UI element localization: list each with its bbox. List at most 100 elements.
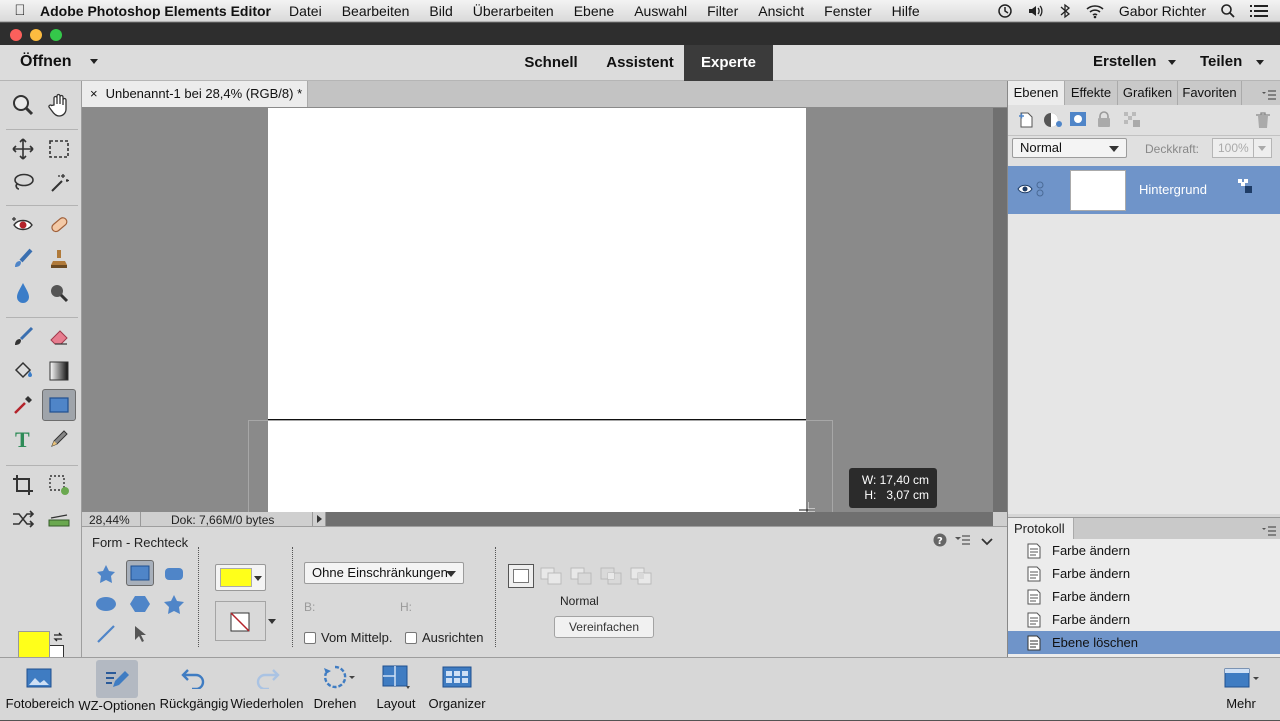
- tab-ebenen[interactable]: Ebenen: [1008, 81, 1065, 105]
- crop-tool[interactable]: [6, 469, 40, 501]
- notification-center-icon[interactable]: [1250, 4, 1268, 18]
- tab-schnell[interactable]: Schnell: [510, 45, 592, 81]
- from-center-checkbox[interactable]: Vom Mittelp.: [304, 630, 393, 645]
- bluetooth-icon[interactable]: [1059, 3, 1071, 19]
- line-shape-button[interactable]: [92, 621, 120, 647]
- tab-grafiken[interactable]: Grafiken: [1118, 81, 1178, 105]
- apple-menu-icon[interactable]: : [0, 2, 40, 19]
- rectangle-shape-button[interactable]: [126, 560, 154, 586]
- document-tab[interactable]: × Unbenannt-1 bei 28,4% (RGB/8) *: [82, 81, 308, 107]
- close-window-button[interactable]: [10, 29, 22, 41]
- tab-effekte[interactable]: Effekte: [1065, 81, 1118, 105]
- star-shape-button[interactable]: [160, 591, 188, 617]
- menu-auswahl[interactable]: Auswahl: [634, 3, 687, 19]
- menu-datei[interactable]: Datei: [289, 3, 322, 19]
- spotlight-search-icon[interactable]: [1220, 3, 1236, 19]
- menu-bild[interactable]: Bild: [429, 3, 452, 19]
- rotate-button[interactable]: Drehen: [306, 658, 364, 721]
- background-lock-icon[interactable]: [1237, 178, 1253, 197]
- hand-tool[interactable]: [42, 89, 76, 121]
- lasso-tool[interactable]: [6, 167, 40, 199]
- menu-filter[interactable]: Filter: [707, 3, 738, 19]
- tool-options-button[interactable]: WZ-Optionen: [78, 658, 156, 721]
- brush-tool[interactable]: [6, 321, 40, 353]
- create-menu-button[interactable]: Erstellen: [1093, 53, 1177, 70]
- panel-menu-icon[interactable]: [1262, 88, 1276, 103]
- close-tab-icon[interactable]: ×: [90, 86, 98, 101]
- healing-brush-tool[interactable]: [42, 209, 76, 241]
- shape-color-picker[interactable]: [215, 564, 266, 591]
- zoom-window-button[interactable]: [50, 29, 62, 41]
- delete-layer-icon[interactable]: [1255, 111, 1271, 132]
- gradient-tool[interactable]: [42, 355, 76, 387]
- chevron-down-icon[interactable]: [1258, 146, 1266, 151]
- options-menu-icon[interactable]: [954, 534, 970, 549]
- paint-bucket-tool[interactable]: [6, 355, 40, 387]
- checkbox-box[interactable]: [304, 632, 316, 644]
- recompose-tool[interactable]: [42, 469, 76, 501]
- adjustment-layer-icon[interactable]: [1042, 111, 1064, 132]
- blur-tool[interactable]: [6, 277, 40, 309]
- redo-button[interactable]: Wiederholen: [230, 658, 304, 721]
- share-menu-button[interactable]: Teilen: [1200, 53, 1265, 70]
- quick-selection-tool[interactable]: [42, 167, 76, 199]
- pencil-tool[interactable]: [42, 423, 76, 455]
- layer-link-icon[interactable]: [1036, 181, 1044, 200]
- app-name-menu[interactable]: Adobe Photoshop Elements Editor: [40, 3, 271, 19]
- more-button[interactable]: Mehr: [1216, 658, 1266, 721]
- align-checkbox[interactable]: Ausrichten: [405, 630, 483, 645]
- layer-row-background[interactable]: Hintergrund: [1008, 166, 1280, 214]
- menu-fenster[interactable]: Fenster: [824, 3, 871, 19]
- eyedropper-tool[interactable]: [6, 389, 40, 421]
- history-item[interactable]: Farbe ändern: [1008, 585, 1280, 608]
- text-tool[interactable]: T: [6, 423, 40, 455]
- exclude-overlap-button[interactable]: [629, 566, 653, 589]
- lock-all-icon[interactable]: [1097, 111, 1111, 131]
- history-item[interactable]: Farbe ändern: [1008, 562, 1280, 585]
- time-machine-icon[interactable]: [997, 3, 1013, 19]
- checkbox-box[interactable]: [405, 632, 417, 644]
- subtract-from-shape-button[interactable]: [569, 566, 593, 589]
- menu-ueberarbeiten[interactable]: Überarbeiten: [473, 3, 554, 19]
- swap-colors-icon[interactable]: [52, 631, 64, 646]
- move-tool[interactable]: [6, 133, 40, 165]
- red-eye-tool[interactable]: [6, 209, 40, 241]
- minimize-window-button[interactable]: [30, 29, 42, 41]
- vertical-scrollbar[interactable]: [993, 108, 1007, 512]
- organizer-button[interactable]: Organizer: [426, 658, 488, 721]
- add-to-shape-button[interactable]: [539, 566, 563, 589]
- stroke-dropdown-chevron-icon[interactable]: [268, 619, 276, 624]
- geometry-constraint-dropdown[interactable]: Ohne Einschränkungen: [304, 562, 464, 584]
- lock-transparency-icon[interactable]: [1123, 111, 1141, 131]
- custom-shape-button[interactable]: [92, 561, 120, 587]
- straighten-tool[interactable]: [42, 503, 76, 535]
- menu-hilfe[interactable]: Hilfe: [892, 3, 920, 19]
- menu-bearbeiten[interactable]: Bearbeiten: [342, 3, 410, 19]
- open-menu-button[interactable]: Öffnen: [20, 53, 98, 71]
- undo-button[interactable]: Rückgängig: [160, 658, 228, 721]
- tab-experte[interactable]: Experte: [684, 45, 773, 81]
- zoom-tool[interactable]: [6, 89, 40, 121]
- history-menu-icon[interactable]: [1262, 524, 1276, 539]
- layer-name[interactable]: Hintergrund: [1139, 182, 1207, 197]
- simplify-button[interactable]: Vereinfachen: [554, 616, 654, 638]
- tab-assistent[interactable]: Assistent: [596, 45, 684, 81]
- content-aware-move-tool[interactable]: [6, 503, 40, 535]
- sponge-tool[interactable]: [42, 277, 76, 309]
- photo-bin-button[interactable]: Fotobereich: [4, 658, 76, 721]
- layer-mask-icon[interactable]: [1069, 111, 1087, 130]
- intersect-shape-button[interactable]: [599, 566, 623, 589]
- wifi-icon[interactable]: [1085, 3, 1105, 19]
- tab-protokoll[interactable]: Protokoll: [1008, 518, 1074, 539]
- smart-brush-tool[interactable]: [6, 243, 40, 275]
- history-item-selected[interactable]: Ebene löschen: [1008, 631, 1280, 654]
- user-name[interactable]: Gabor Richter: [1119, 3, 1206, 19]
- collapse-options-icon[interactable]: [981, 535, 993, 550]
- eraser-tool[interactable]: [42, 321, 76, 353]
- history-item[interactable]: Farbe ändern: [1008, 539, 1280, 562]
- blend-mode-dropdown[interactable]: Normal: [1012, 138, 1127, 158]
- new-layer-icon[interactable]: [1017, 111, 1035, 132]
- new-shape-layer-button[interactable]: [508, 564, 534, 588]
- rectangular-marquee-tool[interactable]: [42, 133, 76, 165]
- rounded-rectangle-button[interactable]: [160, 561, 188, 587]
